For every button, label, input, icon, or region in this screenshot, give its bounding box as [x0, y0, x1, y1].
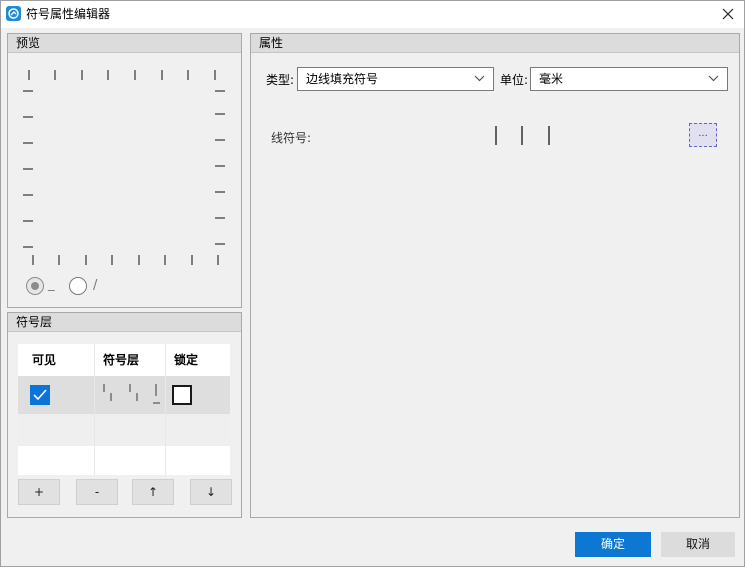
chevron-down-icon — [474, 75, 485, 82]
move-up-button[interactable]: ↑ — [132, 479, 174, 505]
preview-radio-horizontal-label: _ — [48, 277, 55, 292]
symbol-property-editor-window: 符号属性编辑器 预览 _ / 符号层 可见 符号层 锁定 + - ↑ ↓ 属性 … — [0, 0, 745, 567]
move-down-button[interactable]: ↓ — [190, 479, 232, 505]
unit-label: 单位: — [500, 73, 529, 87]
preview-group: 预览 _ / — [7, 33, 242, 308]
preview-radio-horizontal[interactable] — [26, 277, 44, 295]
column-divider — [165, 344, 166, 475]
table-row — [18, 446, 230, 475]
unit-combobox[interactable]: 毫米 — [530, 67, 728, 91]
visible-checkbox[interactable] — [30, 385, 50, 405]
preview-header: 预览 — [8, 34, 241, 53]
unit-value: 毫米 — [539, 72, 564, 86]
cancel-button[interactable]: 取消 — [661, 532, 735, 557]
column-divider — [94, 344, 95, 475]
symbol-layers-table: 可见 符号层 锁定 — [18, 344, 230, 475]
table-row[interactable] — [18, 376, 230, 414]
title-bar: 符号属性编辑器 — [1, 1, 744, 28]
properties-group: 属性 — [250, 33, 740, 518]
column-header-locked[interactable]: 锁定 — [160, 344, 230, 376]
table-row — [18, 414, 230, 446]
preview-radio-diagonal-label: / — [93, 278, 98, 293]
properties-header: 属性 — [251, 34, 739, 53]
line-symbol-browse-button[interactable]: ... — [689, 123, 717, 147]
checkmark-icon — [33, 389, 47, 401]
add-layer-button[interactable]: + — [18, 479, 60, 505]
remove-layer-button[interactable]: - — [76, 479, 118, 505]
chevron-down-icon — [708, 75, 719, 82]
type-combobox[interactable]: 边线填充符号 — [297, 67, 494, 91]
symbol-layers-header: 符号层 — [8, 313, 241, 332]
symbol-layers-group: 符号层 可见 符号层 锁定 + - ↑ ↓ — [7, 312, 242, 518]
preview-radio-diagonal[interactable] — [69, 277, 87, 295]
line-symbol-preview — [495, 126, 550, 145]
column-header-visible[interactable]: 可见 — [18, 344, 88, 376]
app-logo-icon — [6, 6, 21, 21]
column-header-layer[interactable]: 符号层 — [89, 344, 159, 376]
type-value: 边线填充符号 — [306, 72, 379, 86]
close-button[interactable] — [717, 4, 739, 24]
lock-checkbox[interactable] — [172, 385, 192, 405]
close-icon — [722, 8, 734, 20]
window-title: 符号属性编辑器 — [26, 7, 111, 21]
type-label: 类型: — [266, 73, 295, 87]
layer-symbol-thumbnail — [103, 384, 160, 404]
line-symbol-label: 线符号: — [271, 131, 312, 145]
symbol-preview-canvas — [23, 70, 225, 265]
ok-button[interactable]: 确定 — [575, 532, 651, 557]
